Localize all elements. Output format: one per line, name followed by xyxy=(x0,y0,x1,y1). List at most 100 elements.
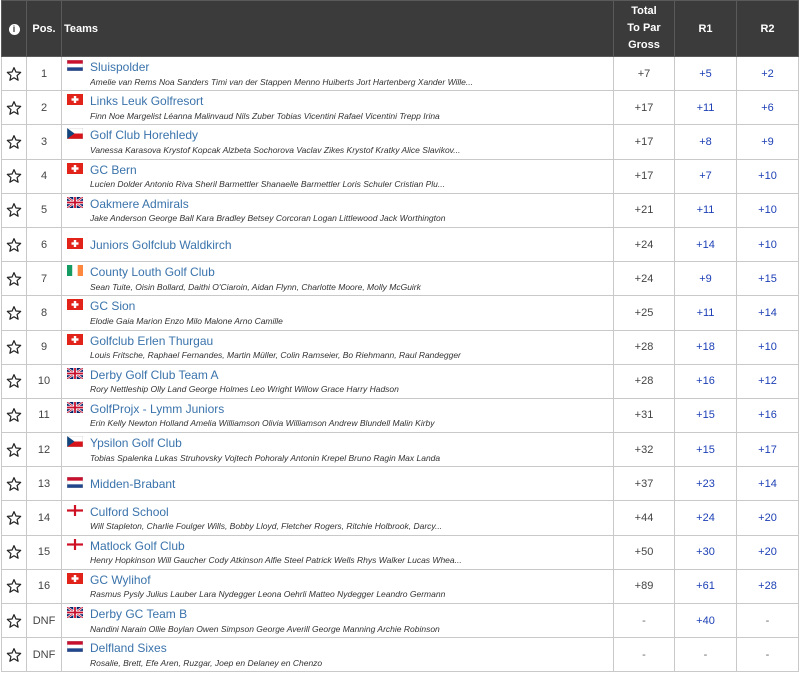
favorite-star-cell[interactable] xyxy=(1,637,27,673)
r1-score-cell[interactable]: +16 xyxy=(674,363,737,399)
favorite-star-cell[interactable] xyxy=(1,226,27,263)
table-row[interactable]: 14 Culford School Will Stapleton, Charlie … xyxy=(1,500,799,536)
favorite-star-cell[interactable] xyxy=(1,158,27,194)
star-outline-icon[interactable] xyxy=(2,237,26,253)
r1-score-cell[interactable]: +14 xyxy=(674,226,737,263)
table-row[interactable]: 2 Links Leuk Golfresort Finn Noe Margelist… xyxy=(1,90,799,126)
team-name-link[interactable]: Sluispolder xyxy=(90,60,149,74)
team-name-link[interactable]: Golfclub Erlen Thurgau xyxy=(90,334,213,348)
team-name-link[interactable]: Ypsilon Golf Club xyxy=(90,436,182,450)
table-row[interactable]: 5 Oakmere Admirals Jake Anderson George Ba… xyxy=(1,192,799,228)
total-header[interactable]: Total To Par Gross xyxy=(613,0,675,57)
table-row[interactable]: 10 Derby Golf Club Team A Rory Nettleship … xyxy=(1,363,799,399)
r2-score-cell[interactable]: +15 xyxy=(736,261,799,297)
teams-header[interactable]: Teams xyxy=(61,0,614,57)
r1-header[interactable]: R1 xyxy=(674,0,737,57)
r1-score-cell[interactable]: +15 xyxy=(674,432,737,468)
star-outline-icon[interactable] xyxy=(2,510,26,526)
favorite-star-cell[interactable] xyxy=(1,432,27,468)
team-name-link[interactable]: Links Leuk Golfresort xyxy=(90,94,203,108)
team-name-link[interactable]: Culford School xyxy=(90,505,169,519)
r1-score-cell[interactable]: +7 xyxy=(674,158,737,194)
r1-score-cell[interactable]: +40 xyxy=(674,602,737,639)
star-outline-icon[interactable] xyxy=(2,578,26,594)
team-name-link[interactable]: County Louth Golf Club xyxy=(90,265,215,279)
star-outline-icon[interactable] xyxy=(2,613,26,629)
table-row[interactable]: 12 Ypsilon Golf Club Tobias Spalenka Lukas… xyxy=(1,432,799,468)
favorite-star-cell[interactable] xyxy=(1,295,27,331)
r1-score-cell[interactable]: - xyxy=(674,637,737,673)
star-outline-icon[interactable] xyxy=(2,271,26,287)
team-name-link[interactable]: Golf Club Horehledy xyxy=(90,128,198,142)
r2-score-cell[interactable]: - xyxy=(736,602,799,639)
r1-score-cell[interactable]: +61 xyxy=(674,568,737,605)
favorite-star-cell[interactable] xyxy=(1,397,27,434)
favorite-star-cell[interactable] xyxy=(1,90,27,126)
favorite-star-cell[interactable] xyxy=(1,192,27,228)
info-header[interactable]: i xyxy=(1,0,27,57)
table-row[interactable]: 3 Golf Club Horehledy Vanessa Karasova Kry… xyxy=(1,124,799,160)
favorite-star-cell[interactable] xyxy=(1,534,27,570)
table-row[interactable]: 16 GC Wylihof Rasmus Pysly Julius Lauber L… xyxy=(1,568,799,605)
r2-score-cell[interactable]: +14 xyxy=(736,295,799,331)
star-outline-icon[interactable] xyxy=(2,647,26,663)
star-outline-icon[interactable] xyxy=(2,544,26,560)
table-row[interactable]: DNF Derby GC Team B Nandini Narain Ollie B… xyxy=(1,602,799,639)
star-outline-icon[interactable] xyxy=(2,202,26,218)
r2-score-cell[interactable]: +14 xyxy=(736,466,799,502)
table-row[interactable]: 11 GolfProjx - Lymm Juniors Erin Kelly New… xyxy=(1,397,799,434)
favorite-star-cell[interactable] xyxy=(1,568,27,605)
info-icon[interactable]: i xyxy=(8,23,20,35)
team-name-link[interactable]: Oakmere Admirals xyxy=(90,197,189,211)
r2-score-cell[interactable]: +2 xyxy=(736,55,799,92)
star-outline-icon[interactable] xyxy=(2,66,26,82)
star-outline-icon[interactable] xyxy=(2,407,26,423)
table-row[interactable]: 8 GC Sion Elodie Gaia Marion Enzo Milo Mal… xyxy=(1,295,799,331)
team-name-link[interactable]: Derby GC Team B xyxy=(90,607,187,621)
r2-score-cell[interactable]: +10 xyxy=(736,329,799,365)
r2-score-cell[interactable]: +20 xyxy=(736,534,799,570)
favorite-star-cell[interactable] xyxy=(1,500,27,536)
r1-score-cell[interactable]: +23 xyxy=(674,466,737,502)
team-name-link[interactable]: Juniors Golfclub Waldkirch xyxy=(90,238,232,252)
star-outline-icon[interactable] xyxy=(2,305,26,321)
r2-score-cell[interactable]: +10 xyxy=(736,158,799,194)
favorite-star-cell[interactable] xyxy=(1,466,27,502)
favorite-star-cell[interactable] xyxy=(1,363,27,399)
team-name-link[interactable]: Derby Golf Club Team A xyxy=(90,368,219,382)
star-outline-icon[interactable] xyxy=(2,168,26,184)
star-outline-icon[interactable] xyxy=(2,339,26,355)
r2-header[interactable]: R2 xyxy=(736,0,799,57)
r2-score-cell[interactable]: +28 xyxy=(736,568,799,605)
table-row[interactable]: 6 Juniors Golfclub Waldkirch +24 +14 +10 xyxy=(1,226,799,263)
star-outline-icon[interactable] xyxy=(2,476,26,492)
r1-score-cell[interactable]: +30 xyxy=(674,534,737,570)
r2-score-cell[interactable]: +6 xyxy=(736,90,799,126)
team-name-link[interactable]: Delfland Sixes xyxy=(90,641,167,655)
r2-score-cell[interactable]: +12 xyxy=(736,363,799,399)
favorite-star-cell[interactable] xyxy=(1,261,27,297)
team-name-link[interactable]: GC Wylihof xyxy=(90,573,151,587)
r2-score-cell[interactable]: +10 xyxy=(736,226,799,263)
table-row[interactable]: DNF Delfland Sixes Rosalie, Brett, Efe Are… xyxy=(1,637,799,673)
r1-score-cell[interactable]: +9 xyxy=(674,261,737,297)
r1-score-cell[interactable]: +24 xyxy=(674,500,737,536)
r1-score-cell[interactable]: +11 xyxy=(674,295,737,331)
r2-score-cell[interactable]: +20 xyxy=(736,500,799,536)
r2-score-cell[interactable]: +10 xyxy=(736,192,799,228)
star-outline-icon[interactable] xyxy=(2,134,26,150)
team-name-link[interactable]: GC Bern xyxy=(90,163,137,177)
r1-score-cell[interactable]: +11 xyxy=(674,90,737,126)
r1-score-cell[interactable]: +8 xyxy=(674,124,737,160)
team-name-link[interactable]: GolfProjx - Lymm Juniors xyxy=(90,402,224,416)
favorite-star-cell[interactable] xyxy=(1,124,27,160)
star-outline-icon[interactable] xyxy=(2,442,26,458)
favorite-star-cell[interactable] xyxy=(1,329,27,365)
r2-score-cell[interactable]: - xyxy=(736,637,799,673)
table-row[interactable]: 1 Sluispolder Amelie van Rems Noa Sanders … xyxy=(1,55,799,92)
r1-score-cell[interactable]: +18 xyxy=(674,329,737,365)
table-row[interactable]: 7 County Louth Golf Club Sean Tuite, Oisin… xyxy=(1,261,799,297)
table-row[interactable]: 9 Golfclub Erlen Thurgau Louis Fritsche, R… xyxy=(1,329,799,365)
r2-score-cell[interactable]: +17 xyxy=(736,432,799,468)
table-row[interactable]: 4 GC Bern Lucien Dolder Antonio Riva Sheri… xyxy=(1,158,799,194)
